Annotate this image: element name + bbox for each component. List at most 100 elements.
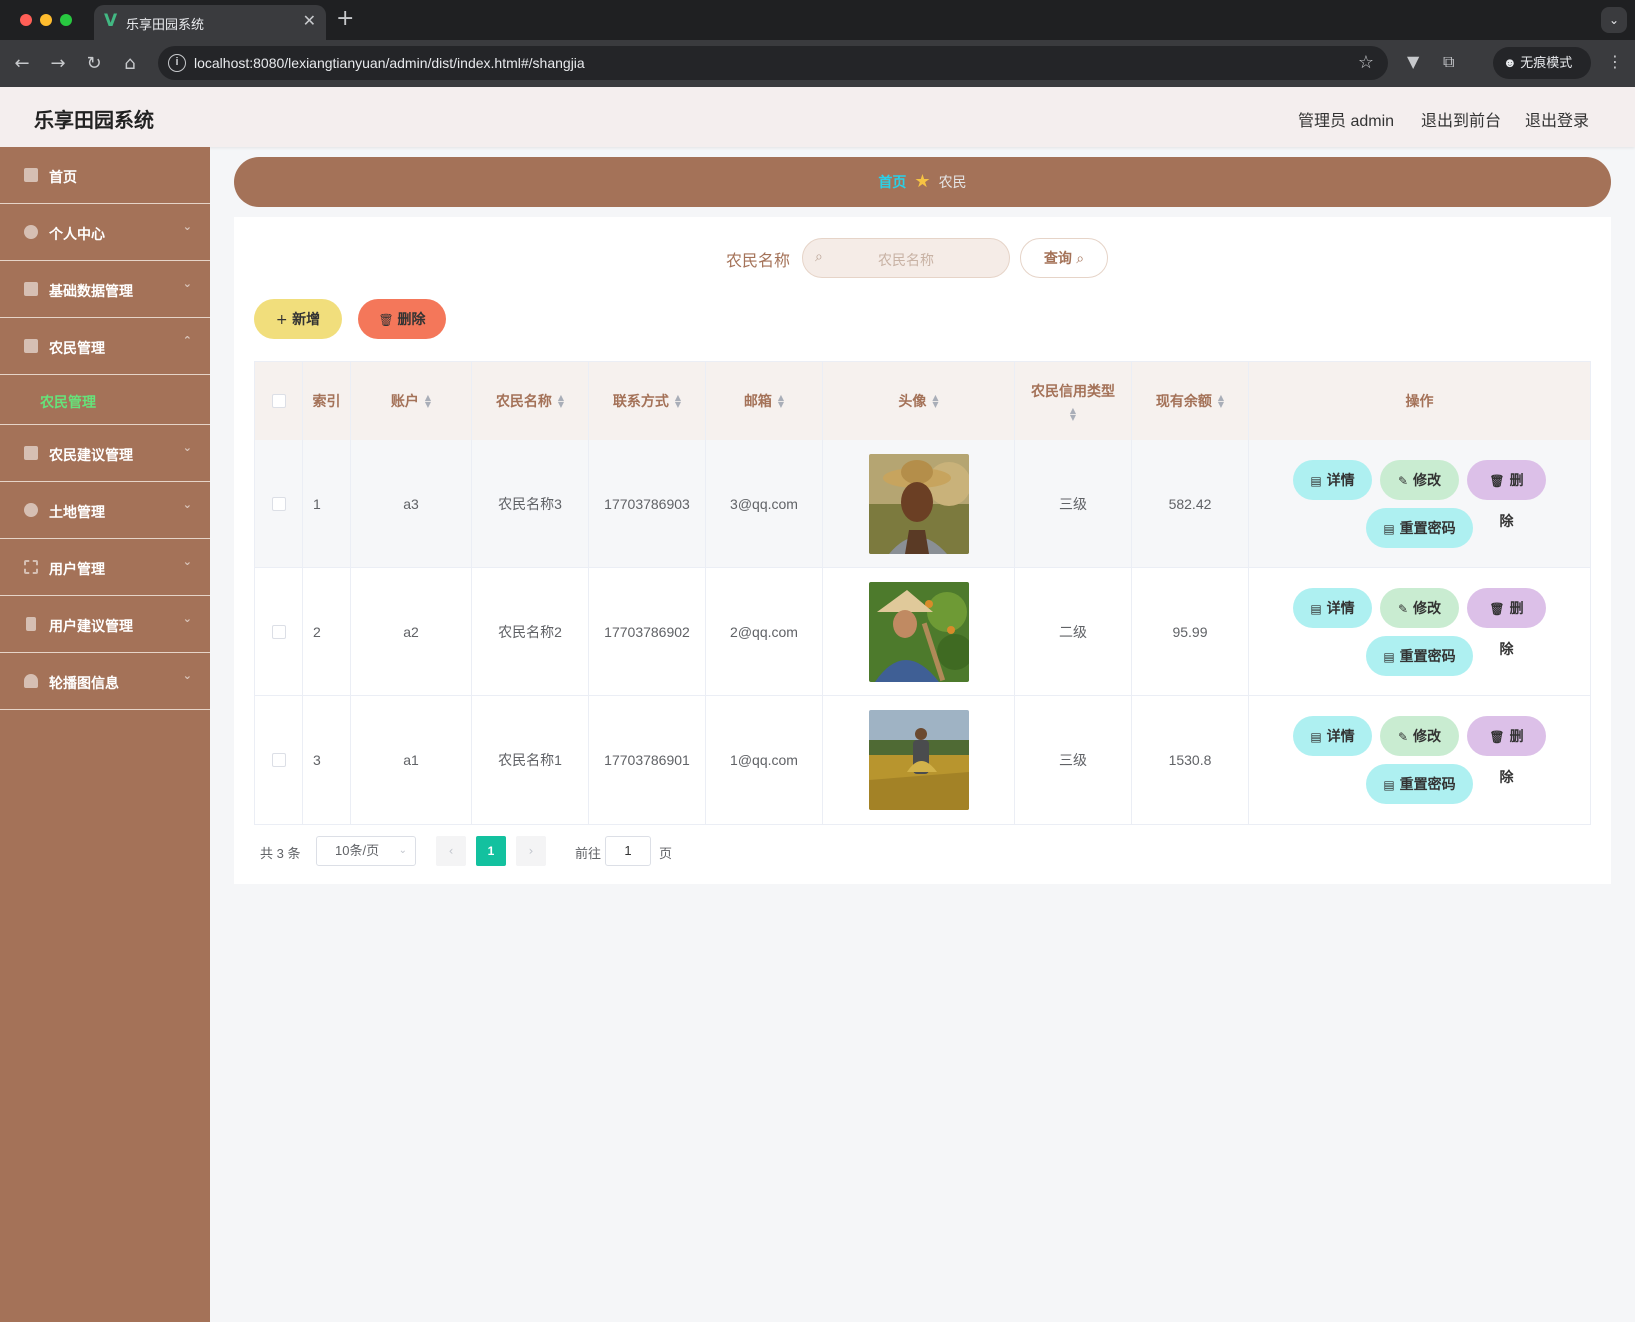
browser-menu-icon[interactable]: ⋮ — [1607, 52, 1623, 71]
search-placeholder: 农民名称 — [878, 252, 934, 268]
delete-button[interactable]: 🗑 删除 — [1467, 587, 1546, 657]
column-header-email[interactable]: 邮箱 ▲ ▼ — [706, 362, 823, 440]
add-button[interactable]: + 新增 — [254, 299, 342, 339]
tab-search-icon[interactable]: ⌄ — [1601, 7, 1627, 33]
detail-label: 详情 — [1326, 728, 1355, 744]
email-cell: 3@qq.com — [706, 440, 823, 567]
column-header-credit[interactable]: 农民信用类型 ▲ ▼ — [1015, 362, 1132, 440]
logout-link[interactable]: 退出登录 — [1525, 107, 1589, 131]
phone-cell: 17703786902 — [589, 568, 706, 695]
browser-tab-strip: V 乐享田园系统 ✕ + ⌄ — [0, 0, 1635, 40]
incognito-badge[interactable]: ☻ 无痕模式 — [1493, 47, 1591, 79]
prev-page-button[interactable]: ‹ — [436, 836, 466, 866]
column-header-avatar[interactable]: 头像 ▲ ▼ — [823, 362, 1015, 440]
sidebar-item-farmer-suggestion[interactable]: 农民建议管理 ⌄ — [0, 425, 210, 482]
browser-tab[interactable]: V 乐享田园系统 ✕ — [94, 5, 326, 40]
document-icon: ▤ — [1383, 649, 1395, 664]
to-front-link[interactable]: 退出到前台 — [1421, 107, 1501, 131]
reset-password-button[interactable]: ▤ 重置密码 — [1366, 635, 1473, 676]
edit-button[interactable]: ✎ 修改 — [1380, 587, 1459, 628]
app-header: 乐享田园系统 管理员 admin 退出到前台 退出登录 — [0, 87, 1635, 147]
forward-icon[interactable]: → — [44, 50, 72, 78]
close-tab-icon[interactable]: ✕ — [303, 11, 316, 31]
mic-icon — [26, 617, 36, 631]
breadcrumb: 首页 ★ 农民 — [234, 157, 1611, 207]
extension-icon[interactable]: ▼ — [1407, 52, 1419, 71]
detail-label: 详情 — [1326, 471, 1355, 488]
row-checkbox[interactable] — [271, 753, 286, 767]
query-button[interactable]: 查询 ⌕ — [1020, 238, 1108, 278]
minimize-window-button[interactable] — [40, 14, 52, 26]
back-icon[interactable]: ← — [8, 50, 36, 78]
balance-cell: 95.99 — [1132, 568, 1249, 695]
puzzle-icon[interactable]: ⧉ — [1443, 52, 1454, 72]
delete-button[interactable]: 🗑 删除 — [1467, 716, 1546, 785]
batch-delete-button[interactable]: 🗑 删除 — [358, 299, 446, 339]
sidebar-subitem-farmer[interactable]: 农民管理 — [0, 375, 210, 425]
bookmark-star-icon[interactable]: ☆ — [1358, 52, 1374, 73]
site-info-icon[interactable]: i — [168, 54, 186, 72]
sidebar-item-land[interactable]: 土地管理 ⌄ — [0, 482, 210, 539]
sort-icon[interactable]: ▲ ▼ — [675, 394, 681, 409]
pencil-icon: ✎ — [1397, 473, 1409, 488]
goto-page-input[interactable]: 1 — [605, 836, 651, 866]
index-cell: 3 — [303, 696, 351, 824]
row-checkbox[interactable] — [271, 624, 286, 639]
sort-icon[interactable]: ▲ ▼ — [558, 394, 564, 409]
column-header-label: 农民信用类型 — [1031, 383, 1115, 399]
breadcrumb-home[interactable]: 首页 — [878, 174, 906, 190]
sort-icon[interactable]: ▲ ▼ — [425, 394, 431, 409]
new-tab-icon[interactable]: + — [336, 6, 354, 31]
column-header-name[interactable]: 农民名称 ▲ ▼ — [472, 362, 589, 440]
document-icon: ▤ — [1310, 473, 1322, 488]
page-number-button[interactable]: 1 — [476, 836, 506, 866]
reset-password-button[interactable]: ▤ 重置密码 — [1366, 507, 1473, 548]
chevron-down-icon: ⌄ — [182, 277, 192, 290]
maximize-window-button[interactable] — [60, 14, 72, 26]
edit-button[interactable]: ✎ 修改 — [1380, 716, 1459, 756]
pencil-icon: ✎ — [1397, 730, 1409, 744]
sort-icon[interactable]: ▲ ▼ — [1070, 407, 1076, 422]
star-icon: ★ — [914, 171, 931, 192]
next-page-button[interactable]: › — [516, 836, 546, 866]
sort-icon[interactable]: ▲ ▼ — [932, 394, 938, 409]
delete-button[interactable]: 🗑 删除 — [1467, 459, 1546, 529]
detail-button[interactable]: ▤ 详情 — [1293, 716, 1372, 756]
close-window-button[interactable] — [20, 14, 32, 26]
column-header-phone[interactable]: 联系方式 ▲ ▼ — [589, 362, 706, 440]
sidebar-item-farmer[interactable]: 农民管理 ⌃ — [0, 318, 210, 375]
search-input[interactable]: ⌕ 农民名称 — [802, 238, 1010, 278]
select-all-checkbox[interactable] — [271, 394, 286, 408]
detail-button[interactable]: ▤ 详情 — [1293, 459, 1372, 500]
column-header-account[interactable]: 账户 ▲ ▼ — [351, 362, 472, 440]
address-bar[interactable]: i localhost:8080/lexiangtianyuan/admin/d… — [158, 46, 1388, 80]
sidebar-item-basic-data[interactable]: 基础数据管理 ⌄ — [0, 261, 210, 318]
sidebar-item-user-suggestion[interactable]: 用户建议管理 ⌄ — [0, 596, 210, 653]
user-icon — [24, 225, 38, 239]
column-header-balance[interactable]: 现有余额 ▲ ▼ — [1132, 362, 1249, 440]
detail-button[interactable]: ▤ 详情 — [1293, 587, 1372, 628]
document-icon: ▤ — [1383, 778, 1395, 792]
sidebar-item-users[interactable]: 用户管理 ⌄ — [0, 539, 210, 596]
goto-suffix: 页 — [659, 846, 673, 861]
sort-icon[interactable]: ▲ ▼ — [778, 394, 784, 409]
frame-icon — [24, 560, 38, 574]
row-select-cell — [255, 696, 303, 824]
edit-button[interactable]: ✎ 修改 — [1380, 459, 1459, 500]
sort-icon[interactable]: ▲ ▼ — [1218, 394, 1224, 409]
sidebar-item-carousel[interactable]: 轮播图信息 ⌄ — [0, 653, 210, 710]
edit-label: 修改 — [1413, 728, 1442, 744]
url-text[interactable]: localhost:8080/lexiangtianyuan/admin/dis… — [194, 55, 585, 71]
home-icon[interactable]: ⌂ — [116, 50, 144, 78]
page-size-select[interactable]: 10条/页 ⌄ — [316, 836, 416, 866]
user-icon — [24, 674, 38, 688]
avatar — [868, 453, 969, 554]
phone-cell: 17703786901 — [589, 696, 706, 824]
row-checkbox[interactable] — [271, 496, 286, 511]
sidebar-item-personal[interactable]: 个人中心 ⌄ — [0, 204, 210, 261]
chevron-down-icon: ⌄ — [182, 441, 192, 454]
reload-icon[interactable]: ↻ — [80, 50, 108, 78]
sidebar-item-home[interactable]: 首页 — [0, 147, 210, 204]
reset-password-button[interactable]: ▤ 重置密码 — [1366, 764, 1473, 804]
home-icon — [24, 168, 38, 182]
